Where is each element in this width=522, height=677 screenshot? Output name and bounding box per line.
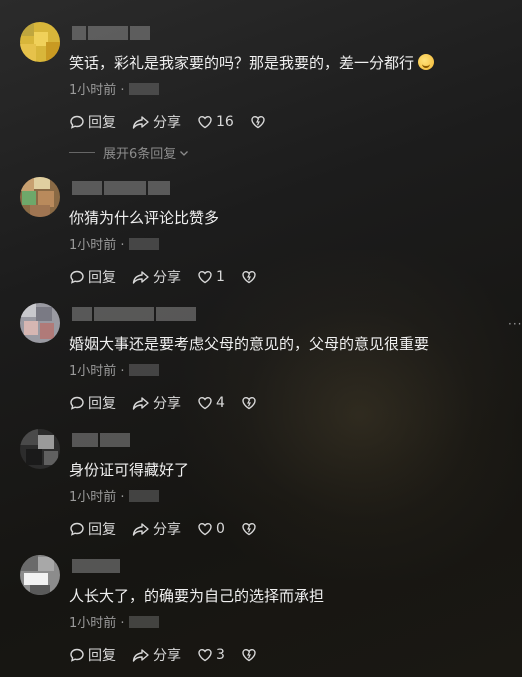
reply-icon (70, 115, 84, 129)
like-button[interactable]: 0 (197, 521, 225, 537)
reply-label: 回复 (88, 270, 116, 286)
comment-actions: 回复 分享 0 (69, 519, 276, 539)
like-count: 0 (216, 521, 225, 537)
like-button[interactable]: 3 (197, 647, 225, 663)
divider-line (69, 152, 95, 153)
share-icon (132, 523, 149, 536)
share-icon (132, 271, 149, 284)
comment-meta: 1小时前 · (69, 612, 159, 631)
username[interactable] (72, 181, 170, 195)
avatar[interactable] (20, 22, 60, 62)
dislike-button[interactable] (241, 269, 260, 285)
username[interactable] (72, 307, 196, 321)
expand-replies-button[interactable]: 展开6条回复 (69, 143, 190, 162)
comment-actions: 回复 分享 16 (69, 112, 285, 132)
reply-label: 回复 (88, 522, 116, 538)
dislike-icon (242, 270, 256, 284)
location-blur (128, 489, 159, 502)
like-button[interactable]: 1 (197, 269, 225, 285)
share-icon (132, 397, 149, 410)
comment-meta: 1小时前 · (69, 234, 159, 253)
share-icon (132, 649, 149, 662)
like-count: 16 (216, 114, 234, 130)
smirk-emoji-icon (418, 54, 435, 70)
heart-icon (198, 270, 212, 284)
comment-text: 你猜为什么评论比赞多 (69, 209, 220, 227)
username[interactable] (72, 26, 150, 40)
reply-button[interactable]: 回复 (69, 519, 116, 539)
comment-actions: 回复 分享 1 (69, 267, 276, 287)
share-button[interactable]: 分享 (132, 645, 181, 665)
comment-meta: 1小时前 · (69, 486, 159, 505)
location-blur (128, 615, 159, 628)
like-button[interactable]: 4 (197, 395, 225, 411)
reply-label: 回复 (88, 115, 116, 131)
heart-icon (198, 396, 212, 410)
dislike-button[interactable] (250, 114, 269, 130)
share-label: 分享 (153, 522, 181, 538)
like-button[interactable]: 16 (197, 114, 234, 130)
reply-label: 回复 (88, 648, 116, 664)
share-button[interactable]: 分享 (132, 393, 181, 413)
reply-icon (70, 648, 84, 662)
share-label: 分享 (153, 396, 181, 412)
location-blur (128, 237, 159, 250)
previous-comment-cut (72, 0, 232, 4)
share-label: 分享 (153, 648, 181, 664)
avatar[interactable] (20, 555, 60, 595)
comment-text: 身份证可得藏好了 (69, 461, 190, 479)
expand-label: 展开6条回复 (103, 147, 177, 162)
comment-text: 笑话，彩礼是我家要的吗？那是我要的，差一分都行 (69, 52, 435, 74)
more-icon[interactable]: ··· (508, 317, 522, 331)
comment-meta: 1小时前 · (69, 360, 159, 379)
reply-button[interactable]: 回复 (69, 112, 116, 132)
reply-icon (70, 270, 84, 284)
reply-icon (70, 522, 84, 536)
chevron-down-icon (180, 150, 189, 156)
share-button[interactable]: 分享 (132, 267, 181, 287)
location-blur (128, 363, 159, 376)
comment-text: 人长大了，的确要为自己的选择而承担 (69, 587, 325, 605)
reply-label: 回复 (88, 396, 116, 412)
heart-icon (198, 648, 212, 662)
dislike-icon (251, 115, 265, 129)
dislike-icon (242, 522, 256, 536)
dislike-button[interactable] (241, 395, 260, 411)
heart-icon (198, 522, 212, 536)
dislike-icon (242, 648, 256, 662)
comment-text: 婚姻大事还是要考虑父母的意见的，父母的意见很重要 (69, 335, 430, 353)
avatar[interactable] (20, 177, 60, 217)
share-icon (132, 116, 149, 129)
avatar[interactable] (20, 303, 60, 343)
avatar[interactable] (20, 429, 60, 469)
dislike-button[interactable] (241, 647, 260, 663)
share-button[interactable]: 分享 (132, 112, 181, 132)
share-label: 分享 (153, 270, 181, 286)
username[interactable] (72, 433, 130, 447)
comment-meta: 1小时前 · (69, 79, 159, 98)
dislike-button[interactable] (241, 521, 260, 537)
reply-button[interactable]: 回复 (69, 645, 116, 665)
reply-button[interactable]: 回复 (69, 393, 116, 413)
like-count: 1 (216, 269, 225, 285)
heart-icon (198, 115, 212, 129)
dislike-icon (242, 396, 256, 410)
share-button[interactable]: 分享 (132, 519, 181, 539)
like-count: 3 (216, 647, 225, 663)
reply-button[interactable]: 回复 (69, 267, 116, 287)
location-blur (128, 82, 159, 95)
share-label: 分享 (153, 115, 181, 131)
comment-actions: 回复 分享 4 (69, 393, 276, 413)
username[interactable] (72, 559, 120, 573)
comment-actions: 回复 分享 3 (69, 645, 276, 665)
like-count: 4 (216, 395, 225, 411)
reply-icon (70, 396, 84, 410)
